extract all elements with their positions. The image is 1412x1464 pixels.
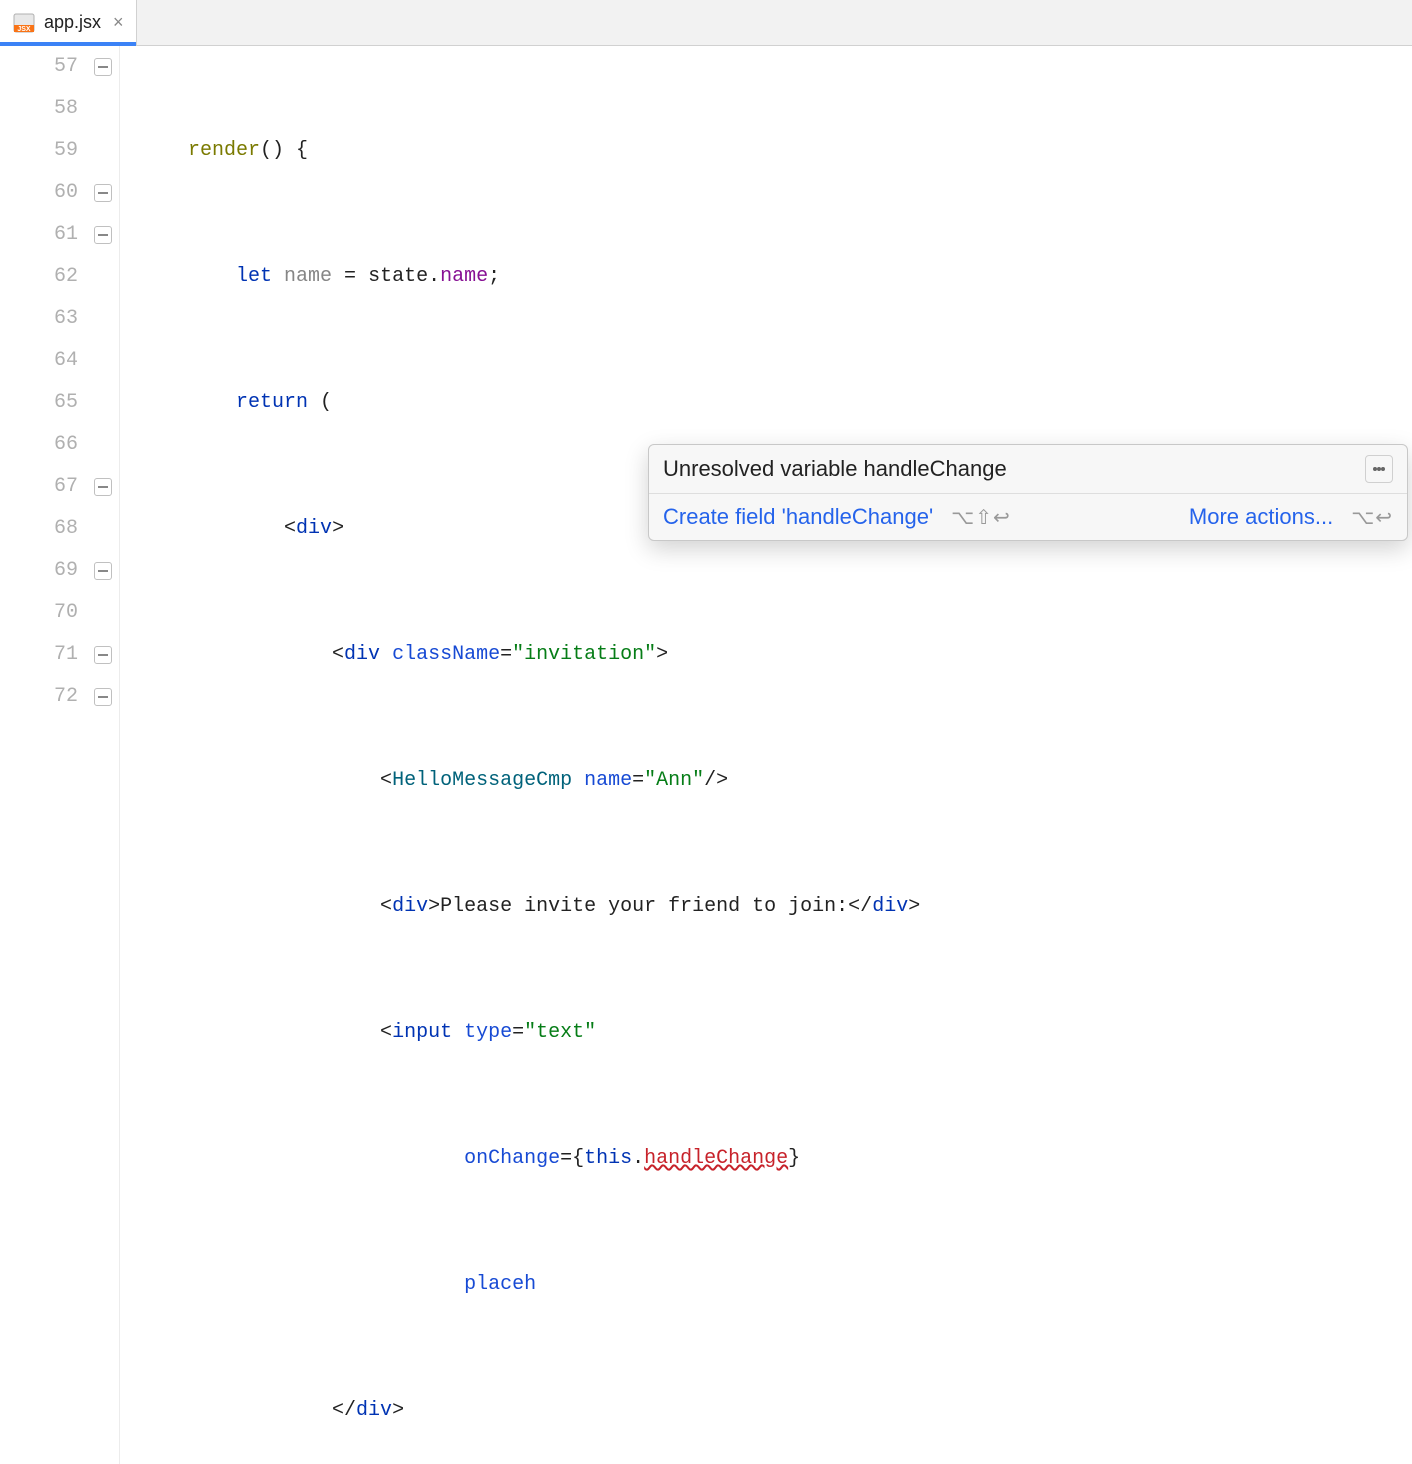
code-line[interactable]: render() {: [140, 130, 920, 172]
tab-filename: app.jsx: [44, 12, 101, 33]
tab-bar: JSX app.jsx ×: [0, 0, 1412, 46]
kebab-icon[interactable]: [1365, 455, 1393, 483]
code-line[interactable]: return (: [140, 382, 920, 424]
line-number: 58: [0, 88, 78, 130]
file-tab[interactable]: JSX app.jsx ×: [0, 0, 137, 45]
shortcut-label: ⌥↩: [1351, 505, 1393, 530]
code-line[interactable]: onChange={this.handleChange}: [140, 1138, 920, 1180]
code-line[interactable]: <div>Please invite your friend to join:<…: [140, 886, 920, 928]
svg-text:JSX: JSX: [17, 26, 31, 33]
line-number: 72: [0, 676, 78, 718]
line-number-gutter: 57585960616263646566676869707172: [0, 46, 90, 1464]
code-line[interactable]: let name = state.name;: [140, 256, 920, 298]
fold-gutter: [90, 46, 120, 1464]
shortcut-label: ⌥⇧↩: [951, 505, 1011, 530]
line-number: 68: [0, 508, 78, 550]
line-number: 62: [0, 256, 78, 298]
line-number: 70: [0, 592, 78, 634]
line-number: 64: [0, 340, 78, 382]
popup-header: Unresolved variable handleChange: [649, 445, 1407, 494]
line-number: 66: [0, 424, 78, 466]
create-field-action[interactable]: Create field 'handleChange': [663, 504, 933, 530]
line-number: 61: [0, 214, 78, 256]
code-line[interactable]: <div className="invitation">: [140, 634, 920, 676]
code-editor[interactable]: 57585960616263646566676869707172 render(…: [0, 46, 1412, 1464]
line-number: 60: [0, 172, 78, 214]
code-line[interactable]: <HelloMessageCmp name="Ann"/>: [140, 760, 920, 802]
code-line[interactable]: <input type="text": [140, 1012, 920, 1054]
line-number: 71: [0, 634, 78, 676]
line-number: 63: [0, 298, 78, 340]
line-number: 57: [0, 46, 78, 88]
line-number: 67: [0, 466, 78, 508]
line-number: 65: [0, 382, 78, 424]
fold-toggle-icon[interactable]: [94, 226, 112, 244]
fold-toggle-icon[interactable]: [94, 478, 112, 496]
line-number: 69: [0, 550, 78, 592]
popup-actions: Create field 'handleChange' ⌥⇧↩ More act…: [649, 494, 1407, 540]
line-number: 59: [0, 130, 78, 172]
more-actions-link[interactable]: More actions...: [1189, 504, 1333, 530]
code-line[interactable]: </div>: [140, 1390, 920, 1432]
fold-toggle-icon[interactable]: [94, 184, 112, 202]
fold-toggle-icon[interactable]: [94, 646, 112, 664]
close-icon[interactable]: ×: [113, 12, 124, 33]
code-line[interactable]: placeh: [140, 1264, 920, 1306]
jsx-file-icon: JSX: [12, 11, 36, 35]
error-token[interactable]: handleChange: [644, 1138, 788, 1180]
inspection-popup: Unresolved variable handleChange Create …: [648, 444, 1408, 541]
fold-toggle-icon[interactable]: [94, 562, 112, 580]
fold-toggle-icon[interactable]: [94, 688, 112, 706]
fold-toggle-icon[interactable]: [94, 58, 112, 76]
popup-title: Unresolved variable handleChange: [663, 456, 1365, 482]
code-area[interactable]: render() { let name = state.name; return…: [120, 46, 920, 1464]
